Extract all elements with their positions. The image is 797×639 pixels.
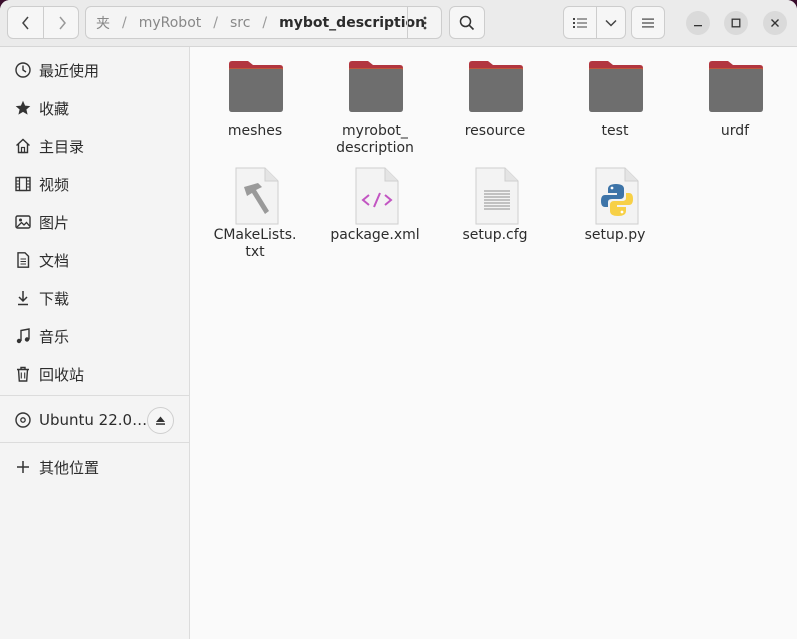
sidebar-item-label: 收藏	[39, 99, 70, 118]
folder-icon	[347, 59, 405, 117]
sidebar-item-label: 最近使用	[39, 61, 100, 80]
text-file-icon	[467, 167, 525, 225]
eject-icon	[156, 416, 165, 425]
file-name: resource	[464, 123, 526, 139]
search-icon	[459, 15, 475, 30]
sidebar-item-label: Ubuntu 22.0…	[39, 411, 148, 429]
breadcrumb-item[interactable]: 夹	[96, 13, 110, 33]
sidebar: 最近使用收藏主目录视频图片文档下载音乐回收站 Ubuntu 22.0… 其他位置	[0, 47, 190, 639]
path-bar[interactable]: 夹 / myRobot / src / mybot_description	[85, 6, 442, 39]
music-icon	[14, 327, 32, 345]
file-item[interactable]: myrobot_ description	[320, 59, 430, 159]
sidebar-item[interactable]: 视频	[0, 165, 189, 203]
disc-icon	[14, 411, 32, 429]
breadcrumb: 夹 / myRobot / src / mybot_description	[86, 7, 425, 38]
minimize-button[interactable]	[686, 11, 710, 35]
sidebar-divider	[0, 395, 189, 396]
minimize-icon	[694, 25, 702, 27]
sidebar-item[interactable]: 收藏	[0, 89, 189, 127]
sidebar-item[interactable]: 音乐	[0, 317, 189, 355]
back-button[interactable]	[8, 7, 43, 38]
image-icon	[14, 213, 32, 231]
document-icon	[14, 251, 32, 269]
close-button[interactable]	[763, 11, 787, 35]
sidebar-item-label: 主目录	[39, 137, 85, 156]
main-menu-button[interactable]	[631, 6, 665, 39]
file-name: setup.py	[584, 227, 646, 243]
file-name: myrobot_ description	[336, 123, 414, 156]
file-name: package.xml	[330, 227, 420, 243]
breadcrumb-item[interactable]: src	[230, 15, 250, 31]
sidebar-item-label: 音乐	[39, 327, 70, 346]
breadcrumb-item[interactable]: mybot_description	[279, 15, 425, 31]
sidebar-item-label: 其他位置	[39, 458, 100, 477]
file-grid: meshes myrobot_ description resource test ur…	[190, 47, 797, 639]
folder-icon	[707, 59, 765, 117]
file-item[interactable]: setup.cfg	[440, 167, 550, 267]
sidebar-item[interactable]: 下载	[0, 279, 189, 317]
list-view-icon	[573, 17, 587, 28]
sidebar-item[interactable]: 主目录	[0, 127, 189, 165]
xml-code-icon	[347, 167, 405, 225]
sidebar-item[interactable]: 最近使用	[0, 51, 189, 89]
file-item[interactable]: urdf	[680, 59, 790, 159]
star-icon	[14, 99, 32, 117]
breadcrumb-separator: /	[262, 14, 268, 31]
folder-icon	[587, 59, 645, 117]
sidebar-item-label: 图片	[39, 213, 70, 232]
clock-icon	[14, 61, 32, 79]
sidebar-item[interactable]: 回收站	[0, 355, 189, 393]
file-item[interactable]: test	[560, 59, 670, 159]
file-name: test	[601, 123, 629, 139]
cmake-hammer-icon	[227, 167, 285, 225]
download-icon	[14, 289, 32, 307]
file-item[interactable]: setup.py	[560, 167, 670, 267]
search-button[interactable]	[449, 6, 485, 39]
folder-icon	[227, 59, 285, 117]
file-name: CMakeLists. txt	[213, 227, 297, 260]
file-name: setup.cfg	[462, 227, 528, 243]
file-item[interactable]: package.xml	[320, 167, 430, 267]
file-item[interactable]: CMakeLists. txt	[200, 167, 310, 267]
sidebar-item-label: 视频	[39, 175, 70, 194]
sidebar-divider	[0, 442, 189, 443]
breadcrumb-separator: /	[213, 14, 218, 31]
view-dropdown-button[interactable]	[597, 7, 625, 38]
chevron-down-icon	[605, 19, 617, 27]
chevron-left-icon	[21, 16, 29, 29]
plus-icon	[14, 458, 32, 476]
hamburger-menu-icon	[642, 18, 654, 27]
list-view-button[interactable]	[564, 7, 596, 38]
home-icon	[14, 137, 32, 155]
header-bar: 夹 / myRobot / src / mybot_description	[0, 0, 797, 47]
vertical-ellipsis-icon	[423, 16, 427, 29]
maximize-button[interactable]	[724, 11, 748, 35]
navigation-buttons	[7, 6, 79, 39]
maximize-icon	[731, 18, 741, 28]
trash-icon	[14, 365, 32, 383]
file-manager-window: 夹 / myRobot / src / mybot_description 最近…	[0, 0, 797, 639]
close-icon	[771, 19, 779, 27]
chevron-right-icon	[58, 16, 66, 29]
sidebar-item-label: 下载	[39, 289, 70, 308]
sidebar-item[interactable]: 其他位置	[0, 448, 189, 486]
sidebar-item-label: 文档	[39, 251, 70, 270]
sidebar-item[interactable]: Ubuntu 22.0…	[0, 401, 189, 439]
eject-button[interactable]	[147, 406, 174, 434]
film-icon	[14, 175, 32, 193]
sidebar-item[interactable]: 图片	[0, 203, 189, 241]
file-name: urdf	[720, 123, 750, 139]
sidebar-item-label: 回收站	[39, 365, 85, 384]
path-menu-button[interactable]	[407, 6, 442, 39]
view-options-group	[563, 6, 626, 39]
forward-button[interactable]	[44, 7, 79, 38]
python-file-icon	[587, 167, 645, 225]
file-name: meshes	[227, 123, 283, 139]
folder-icon	[467, 59, 525, 117]
sidebar-item[interactable]: 文档	[0, 241, 189, 279]
breadcrumb-separator: /	[122, 14, 127, 31]
breadcrumb-item[interactable]: myRobot	[139, 15, 202, 31]
file-item[interactable]: resource	[440, 59, 550, 159]
file-item[interactable]: meshes	[200, 59, 310, 159]
